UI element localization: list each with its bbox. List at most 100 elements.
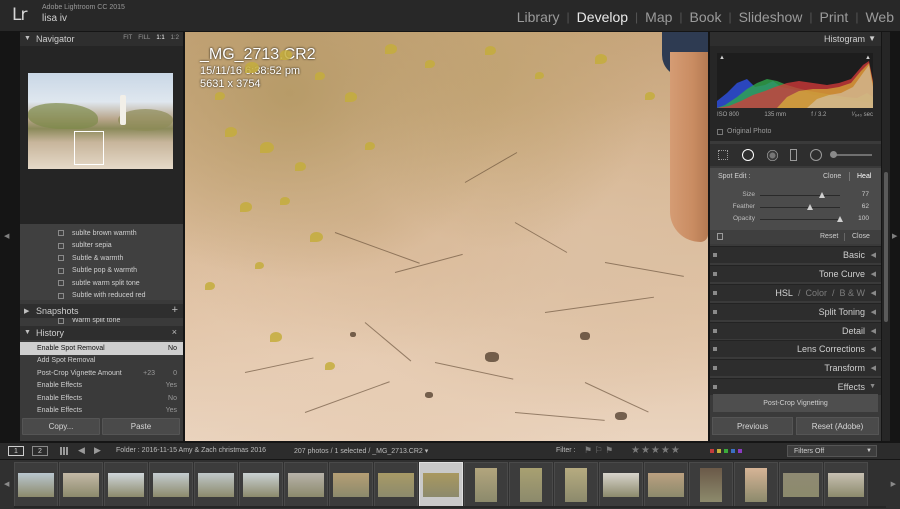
source-folder-label[interactable]: Folder : 2016-11-15 Amy & Zach christmas… [116, 447, 266, 454]
copy-button[interactable]: Copy... [22, 418, 100, 435]
filmstrip-thumbnail[interactable] [734, 462, 778, 507]
slider-track[interactable] [760, 219, 840, 220]
expand-triangle-icon[interactable]: ◀ [871, 327, 876, 335]
history-row[interactable]: Post-Crop Vignette Amount +23 0 [20, 367, 183, 380]
zoom-option[interactable]: FIT [123, 35, 132, 41]
section-tone-curve[interactable]: Tone Curve ◀ [710, 265, 881, 282]
preset-item[interactable]: sublte brown warmth [20, 227, 183, 240]
post-crop-vignetting-subheader[interactable]: Post-Crop Vignetting [713, 394, 878, 412]
collapse-triangle-icon[interactable]: ▼ [868, 34, 876, 43]
filmstrip-thumbnail[interactable] [824, 462, 868, 507]
filmstrip-thumbnail[interactable] [509, 462, 553, 507]
filmstrip-thumbnail[interactable] [284, 462, 328, 507]
filmstrip-thumbnail[interactable] [329, 462, 373, 507]
panel-switch-icon[interactable] [713, 291, 717, 295]
filmstrip-thumbnail[interactable] [779, 462, 823, 507]
slider-track[interactable] [760, 195, 840, 196]
filmstrip-thumbnail[interactable] [239, 462, 283, 507]
panel-switch-icon[interactable] [713, 272, 717, 276]
slider-value[interactable]: 77 [845, 191, 869, 198]
show-overlay-icon[interactable] [717, 233, 723, 240]
left-panel-toggle-icon[interactable]: ◀ [4, 232, 9, 240]
expand-triangle-icon[interactable]: ◀ [871, 270, 876, 278]
preset-item[interactable]: Subtle & warmth [20, 252, 183, 265]
filmstrip-left-arrow-icon[interactable]: ◀ [4, 480, 9, 488]
panel-switch-icon[interactable] [713, 347, 717, 351]
module-map[interactable]: Map [645, 9, 672, 25]
photo-count-label[interactable]: 207 photos / 1 selected / _MG_2713.CR2 ▾ [294, 447, 428, 455]
history-row[interactable]: Enable Effects Yes [20, 380, 183, 393]
original-photo-checkbox-icon[interactable] [717, 128, 723, 135]
expand-triangle-icon[interactable]: ◀ [871, 345, 876, 353]
histogram-header[interactable]: Histogram ▼ [710, 32, 881, 46]
zoom-option[interactable]: FILL [138, 35, 150, 41]
histogram-graph[interactable]: ▲ ▲ [717, 53, 873, 108]
navigator-header[interactable]: ▼ Navigator FIT FILL 1:1 1:2 [20, 32, 183, 46]
zoom-option[interactable]: 1:2 [171, 35, 179, 41]
panel-switch-icon[interactable] [713, 385, 717, 389]
highlight-clipping-icon[interactable]: ▲ [865, 55, 871, 61]
filmstrip-thumbnail[interactable] [14, 462, 58, 507]
slider-thumb[interactable] [837, 216, 843, 222]
section-basic[interactable]: Basic ◀ [710, 246, 881, 263]
panel-switch-icon[interactable] [713, 310, 717, 314]
module-library[interactable]: Library [517, 9, 560, 25]
filmstrip-scrollbar[interactable] [14, 506, 886, 508]
add-snapshot-icon[interactable]: + [172, 304, 178, 316]
previous-button[interactable]: Previous [712, 417, 793, 435]
color-label-swatch[interactable] [710, 449, 714, 453]
filmstrip-thumbnail[interactable] [104, 462, 148, 507]
original-photo-toggle[interactable]: Original Photo [717, 128, 771, 135]
back-arrow-icon[interactable]: ◀ [78, 445, 85, 456]
color-label-swatch[interactable] [724, 449, 728, 453]
section-lens-corrections[interactable]: Lens Corrections ◀ [710, 340, 881, 357]
identity-plate[interactable]: lisa iv [42, 13, 67, 24]
shadow-clipping-icon[interactable]: ▲ [719, 55, 725, 61]
grid-view-icon[interactable] [60, 447, 69, 455]
module-book[interactable]: Book [690, 9, 722, 25]
section-effects[interactable]: Effects ▼ [710, 378, 881, 395]
main-screen-button[interactable]: 1 [8, 446, 24, 456]
reset-adobe-button[interactable]: Reset (Adobe) [796, 417, 879, 435]
panel-switch-icon[interactable] [713, 329, 717, 333]
preset-item[interactable]: sublter sepia [20, 240, 183, 253]
scrollbar-thumb[interactable] [884, 172, 888, 322]
color-label-swatch[interactable] [717, 449, 721, 453]
history-header[interactable]: ▼ History × [20, 326, 183, 340]
slider-thumb[interactable] [818, 192, 825, 198]
forward-arrow-icon[interactable]: ▶ [94, 445, 101, 456]
secondary-screen-button[interactable]: 2 [32, 446, 48, 456]
navigator-view-box[interactable] [74, 131, 104, 165]
graduated-filter-icon[interactable] [790, 149, 797, 161]
expand-triangle-icon[interactable]: ◀ [871, 289, 876, 297]
history-row[interactable]: Enable Effects No [20, 392, 183, 405]
panel-switch-icon[interactable] [713, 366, 717, 370]
zoom-option[interactable]: 1:1 [156, 35, 164, 41]
filmstrip-right-arrow-icon[interactable]: ▶ [891, 480, 896, 488]
radial-filter-icon[interactable] [810, 149, 822, 161]
filmstrip-thumbnail[interactable] [59, 462, 103, 507]
right-panel-toggle-icon[interactable]: ▶ [892, 232, 897, 240]
heal-mode-button[interactable]: Heal [857, 173, 871, 180]
spot-close-button[interactable]: Close [852, 233, 870, 240]
slider-track[interactable] [760, 207, 840, 208]
section-split-toning[interactable]: Split Toning ◀ [710, 303, 881, 320]
photo-canvas[interactable]: _MG_2713.CR2 15/11/16 6:38:52 pm 5631 x … [185, 32, 708, 441]
history-row[interactable]: Enable Spot Removal No [20, 342, 183, 355]
section-hsl[interactable]: HSL / Color / B & W ◀ [710, 284, 881, 301]
filmstrip-thumbnail[interactable] [374, 462, 418, 507]
color-label-swatch[interactable] [731, 449, 735, 453]
slider-thumb[interactable] [806, 204, 813, 210]
filmstrip-thumbnail[interactable] [464, 462, 508, 507]
filmstrip-thumbnail[interactable] [599, 462, 643, 507]
hsl-tab[interactable]: Color [805, 288, 827, 298]
history-row[interactable]: Enable Effects Yes [20, 405, 183, 412]
module-web[interactable]: Web [865, 9, 894, 25]
slider-value[interactable]: 62 [845, 203, 869, 210]
module-print[interactable]: Print [820, 9, 849, 25]
preset-item[interactable]: Subtle with reduced red [20, 290, 183, 303]
adjustment-brush-icon[interactable] [830, 151, 872, 158]
slider-value[interactable]: 100 [845, 215, 869, 222]
filmstrip-thumbnail[interactable] [689, 462, 733, 507]
expand-triangle-icon[interactable]: ◀ [871, 251, 876, 259]
